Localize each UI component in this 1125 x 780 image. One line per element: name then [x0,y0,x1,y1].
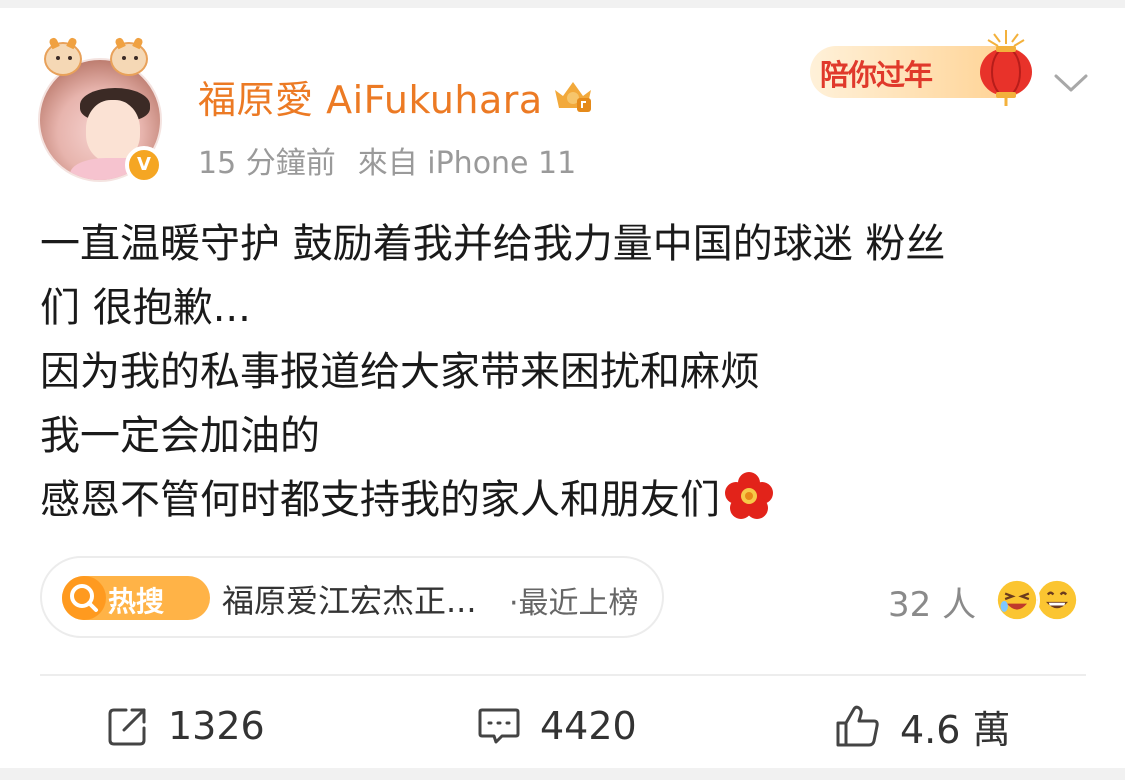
post-text: 一直温暖守护 鼓励着我并给我力量中国的球迷 粉丝 们 很抱歉... 因为我的私事… [40,212,1085,532]
verified-badge-icon: V [125,146,163,184]
post-text-line: 感恩不管何时都支持我的家人和朋友们 [40,477,720,523]
like-count: 4.6 萬 [900,707,1011,752]
post-time: 15 分鐘前 [198,146,336,181]
cow-frame-icon [40,38,160,82]
post-text-line: 因为我的私事报道给大家带来困扰和麻烦 [40,349,760,395]
author-name[interactable]: 福原愛 AiFukuhara [198,69,543,124]
comment-count: 4420 [540,704,637,748]
repost-icon [108,708,146,746]
festival-badge-label: 陪你过年 [820,58,933,92]
post-meta: 15 分鐘前 來自 iPhone 11 [198,138,576,182]
post-text-line: 一直温暖守护 鼓励着我并给我力量中国的球迷 粉丝 [40,221,946,267]
thumbs-up-icon [836,705,879,747]
reaction-count: 32 人 [888,584,977,625]
avatar[interactable]: V [38,38,163,184]
comment-icon [478,708,520,744]
post-text-line: 们 很抱歉... [40,285,251,331]
post-text-line-with-emoji: 感恩不管何时都支持我的家人和朋友们 [40,468,1085,532]
laughing-crying-emoji [994,577,1041,623]
post-source[interactable]: 來自 iPhone 11 [358,146,577,181]
grinning-emoji [1034,577,1081,623]
red-flower-icon [725,472,773,519]
search-icon [70,584,98,612]
red-lantern-icon [980,30,1032,106]
repost-button[interactable]: 1326 [106,698,265,754]
hot-search-title: 福原爱江宏杰正... [222,582,477,620]
member-crown-icon[interactable] [551,76,595,116]
author-row: 福原愛 AiFukuhara [198,70,595,122]
hot-search-chip[interactable]: 热搜 福原爱江宏杰正... ·最近上榜 [40,556,664,638]
weibo-post-card: V 福原愛 AiFukuhara 15 分鐘前 來自 iPhone 11 陪你过年 [0,8,1125,768]
reactions-summary[interactable]: 32 人 [888,576,1084,626]
comment-button[interactable]: 4420 [476,698,637,754]
hot-search-label: 热搜 [108,585,165,618]
hot-search-icon: 热搜 [62,576,210,620]
repost-count: 1326 [168,704,265,748]
hot-search-tag: ·最近上榜 [509,586,639,621]
chevron-down-icon[interactable] [1052,68,1090,98]
post-text-line: 我一定会加油的 [40,413,320,459]
festival-badge[interactable]: 陪你过年 [806,24,1048,106]
divider [40,674,1086,676]
like-button[interactable]: 4.6 萬 [834,698,1011,754]
